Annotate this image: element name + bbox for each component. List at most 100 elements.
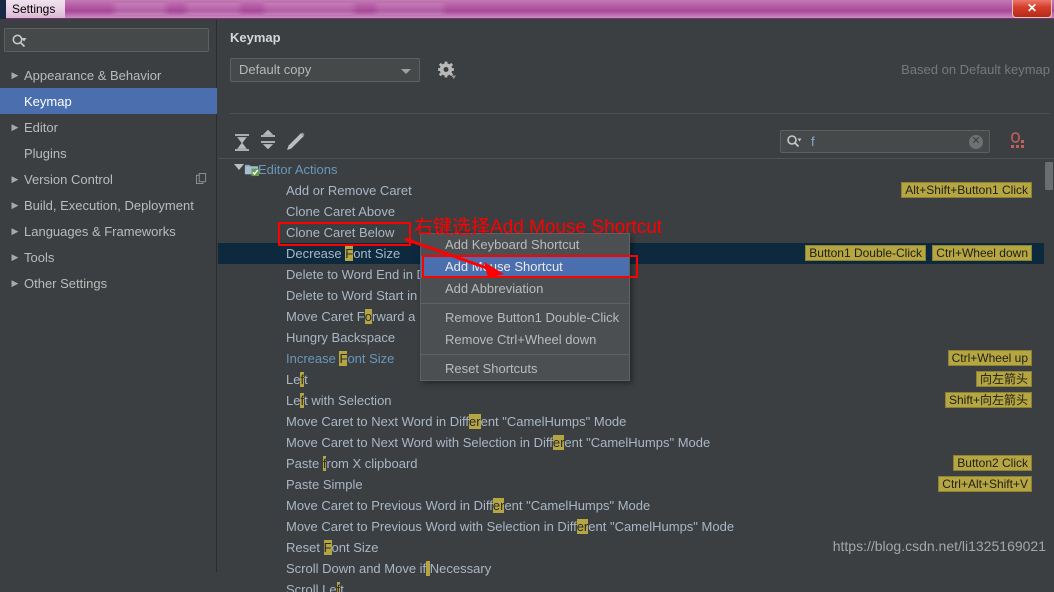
sidebar-item-other-settings[interactable]: ▶Other Settings	[0, 270, 217, 296]
tree-group-row[interactable]: Editor Actions	[218, 159, 1044, 180]
keymap-settings-gear-button[interactable]	[436, 60, 458, 82]
shortcut-badge: Ctrl+Wheel down	[932, 245, 1032, 261]
keymap-profile-value: Default copy	[239, 62, 311, 77]
tree-row-label: Clone Caret Below	[286, 225, 394, 240]
expand-all-button[interactable]	[230, 130, 254, 154]
menu-item-reset-shortcuts[interactable]: Reset Shortcuts	[421, 358, 629, 380]
sidebar-item-tools[interactable]: ▶Tools	[0, 244, 217, 270]
titlebar-background-ghost-text	[110, 3, 670, 15]
chevron-right-icon[interactable]: ▶	[6, 252, 24, 263]
sidebar-item-build-execution-deployment[interactable]: ▶Build, Execution, Deployment	[0, 192, 217, 218]
chevron-right-icon[interactable]: ▶	[6, 70, 24, 81]
tree-row[interactable]: Move Caret Forward a Paragraph	[218, 306, 1044, 327]
annotation-instruction-text: 右键选择Add Mouse Shortcut	[414, 212, 662, 239]
tree-scrollbar-thumb[interactable]	[1045, 162, 1053, 190]
sidebar-item-appearance-behavior[interactable]: ▶Appearance & Behavior	[0, 62, 217, 88]
sidebar-item-label: Editor	[24, 120, 58, 135]
pencil-icon	[284, 130, 308, 154]
expand-all-icon	[230, 130, 254, 154]
search-match-highlight: er	[493, 498, 505, 513]
search-match-highlight: F	[339, 351, 347, 366]
folder-actions-icon	[244, 162, 259, 177]
chevron-right-icon[interactable]: ▶	[6, 122, 24, 133]
shortcut-badge: Ctrl+Alt+Shift+V	[938, 476, 1032, 492]
sidebar-item-label: Tools	[24, 250, 54, 265]
tree-row-label: Clone Caret Above	[286, 204, 395, 219]
sidebar-item-plugins[interactable]: Plugins	[0, 140, 217, 166]
tree-row[interactable]: Delete to Word End in Different "CamelHu…	[218, 264, 1044, 285]
tree-row-label: Move Caret to Next Word with Selection i…	[286, 435, 710, 450]
sidebar-item-label: Version Control	[24, 172, 113, 187]
menu-item-add-abbreviation[interactable]: Add Abbreviation	[421, 278, 629, 300]
shortcut-badge: Alt+Shift+Button1 Click	[901, 182, 1032, 198]
chevron-right-icon[interactable]: ▶	[6, 226, 24, 237]
shortcut-badge: Button2 Click	[953, 455, 1032, 471]
search-match-highlight	[426, 561, 430, 576]
page-title: Keymap	[230, 30, 281, 45]
tree-row[interactable]: Move Caret to Previous Word in Different…	[218, 495, 1044, 516]
tree-row-label: Add or Remove Caret	[286, 183, 412, 198]
search-match-highlight: F	[345, 246, 353, 261]
chevron-right-icon[interactable]: ▶	[6, 200, 24, 211]
chevron-right-icon[interactable]: ▶	[6, 278, 24, 289]
tree-row[interactable]: Move Caret to Next Word with Selection i…	[218, 432, 1044, 453]
sidebar-item-label: Keymap	[24, 94, 72, 109]
chevron-down-icon[interactable]	[234, 164, 244, 170]
tree-scrollbar[interactable]	[1044, 159, 1054, 592]
tree-group-label: Editor Actions	[258, 162, 338, 177]
shortcut-badge: Ctrl+Wheel up	[948, 350, 1032, 366]
panel-divider-top	[230, 113, 1050, 114]
context-menu[interactable]: Add Keyboard ShortcutAdd Mouse ShortcutA…	[420, 233, 630, 381]
search-icon	[786, 134, 802, 150]
chevron-right-icon[interactable]: ▶	[6, 174, 24, 185]
settings-sidebar: ▶Appearance & BehaviorKeymap▶EditorPlugi…	[0, 20, 217, 572]
search-icon	[11, 33, 27, 49]
copy-icon[interactable]	[196, 173, 207, 184]
sidebar-item-version-control[interactable]: ▶Version Control	[0, 166, 217, 192]
window-title: Settings	[6, 0, 65, 18]
tree-row[interactable]: Hungry Backspace	[218, 327, 1044, 348]
actions-search-value: f	[811, 134, 815, 149]
menu-item-remove-ctrl-wheel-down[interactable]: Remove Ctrl+Wheel down	[421, 329, 629, 351]
menu-item-remove-button1-double-click[interactable]: Remove Button1 Double-Click	[421, 307, 629, 329]
find-by-shortcut-icon	[1008, 130, 1030, 152]
keymap-profile-dropdown[interactable]: Default copy	[230, 58, 420, 82]
tree-row[interactable]: Scroll Left	[218, 579, 1044, 592]
sidebar-item-keymap[interactable]: Keymap	[0, 88, 217, 114]
find-by-shortcut-button[interactable]	[1008, 130, 1030, 152]
tree-row[interactable]: Add or Remove Caret Alt+Shift+Button1 Cli…	[218, 180, 1044, 201]
sidebar-search-input[interactable]	[4, 28, 209, 52]
tree-row[interactable]: Delete to Word Start in Different "Camel…	[218, 285, 1044, 306]
tree-row-label: Left	[286, 372, 308, 387]
search-match-highlight: f	[300, 372, 304, 387]
collapse-all-button[interactable]	[256, 130, 280, 154]
shortcut-badge: Button1 Double-Click	[805, 245, 926, 261]
gear-icon	[436, 60, 458, 82]
shortcut-badge: 向左箭头	[976, 371, 1032, 387]
chevron-down-icon	[401, 69, 411, 74]
based-on-keymap-label: Based on Default keymap	[901, 62, 1050, 77]
tree-row-label: Paste from X clipboard	[286, 456, 418, 471]
edit-shortcut-button[interactable]	[284, 130, 308, 154]
tree-row[interactable]: Paste from X clipboard Button2 Click	[218, 453, 1044, 474]
search-match-highlight: f	[300, 393, 304, 408]
tree-row[interactable]: Move Caret to Previous Word with Selecti…	[218, 516, 1044, 537]
tree-row[interactable]: Scroll Down and Move if Necessary	[218, 558, 1044, 579]
tree-row[interactable]: Left 向左箭头	[218, 369, 1044, 390]
actions-search-input[interactable]: f ✕	[780, 130, 990, 153]
sidebar-item-editor[interactable]: ▶Editor	[0, 114, 217, 140]
menu-separator	[421, 303, 629, 304]
tree-row[interactable]: Paste SimpleCtrl+Alt+Shift+V	[218, 474, 1044, 495]
tree-row[interactable]: Move Caret to Next Word in Different "Ca…	[218, 411, 1044, 432]
close-button[interactable]: ✕	[1012, 0, 1052, 18]
tree-row[interactable]: Decrease Font Size Ctrl+Wheel down Button1…	[218, 243, 1044, 264]
search-match-highlight: er	[577, 519, 589, 534]
sidebar-item-label: Plugins	[24, 146, 67, 161]
menu-item-add-mouse-shortcut[interactable]: Add Mouse Shortcut	[421, 256, 629, 278]
tree-row-label: Decrease Font Size	[286, 246, 400, 261]
search-match-highlight: er	[553, 435, 565, 450]
sidebar-item-languages-frameworks[interactable]: ▶Languages & Frameworks	[0, 218, 217, 244]
tree-row[interactable]: Left with SelectionShift+向左箭头	[218, 390, 1044, 411]
tree-row[interactable]: Increase Font SizeCtrl+Wheel up	[218, 348, 1044, 369]
clear-search-icon[interactable]: ✕	[969, 135, 983, 149]
